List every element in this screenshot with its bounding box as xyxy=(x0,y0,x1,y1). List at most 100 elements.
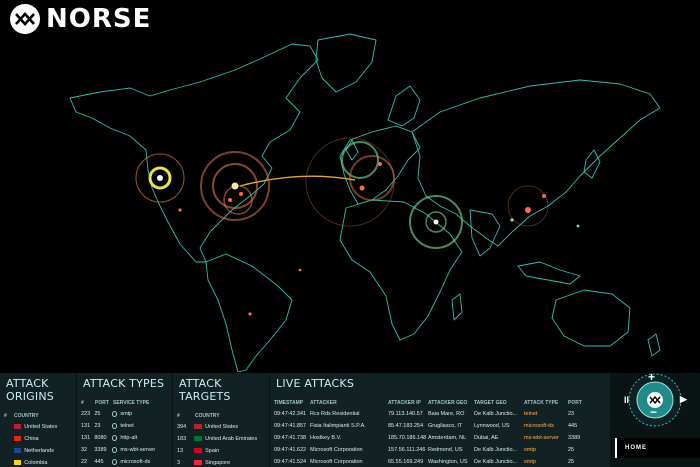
play-icon[interactable]: ▶ xyxy=(680,394,687,405)
ip-cell: 185.70.186.148 xyxy=(388,434,427,441)
attack-dot xyxy=(510,218,514,222)
ageo-cell: Amsterdam, NL xyxy=(428,434,467,441)
attacker-cell: Microsoft Corporation xyxy=(310,458,363,465)
country-cell: China xyxy=(24,435,39,442)
attack-dot xyxy=(298,268,302,272)
flag-cn-icon xyxy=(13,436,22,441)
zoom-in-button[interactable]: + xyxy=(648,370,655,384)
table-row: 22 445 microsoft-ds xyxy=(77,454,172,466)
ip-cell: 65.55.169.249 xyxy=(388,458,424,465)
type-cell: smtp xyxy=(524,446,536,453)
service-ring-icon xyxy=(111,410,118,417)
port-cell: 445 xyxy=(94,458,104,465)
ts-cell: 09:47:41.738 xyxy=(274,434,307,441)
attack-dot xyxy=(542,194,546,198)
port-cell: 25 xyxy=(568,446,575,453)
service-cell: telnet xyxy=(120,422,134,429)
port-cell: 445 xyxy=(568,422,578,429)
live-attacks-panel: LIVE ATTACKS TIMESTAMP ATTACKER ATTACKER I… xyxy=(270,373,611,467)
brand-logo[interactable]: NORSE xyxy=(10,4,151,34)
world-map[interactable] xyxy=(0,0,700,372)
flag-us-icon xyxy=(13,424,22,429)
port-cell: 23 xyxy=(94,422,101,429)
table-row: 223 25 smtp xyxy=(77,406,172,418)
col-header: SERVICE TYPE xyxy=(113,400,150,406)
count-cell: 13 xyxy=(177,447,184,454)
table-row: 183 United Arab Emirates xyxy=(173,431,269,443)
brand-name: NORSE xyxy=(46,4,152,34)
port-cell: 25 xyxy=(568,458,575,465)
port-cell: 8080 xyxy=(94,434,107,441)
pause-button[interactable]: II xyxy=(624,395,629,405)
service-cell: http-alt xyxy=(120,434,138,441)
flag-nl-icon xyxy=(13,448,22,453)
service-ring-icon xyxy=(111,446,118,453)
country-cell: United Arab Emirates xyxy=(205,435,258,442)
indonesia xyxy=(517,261,581,285)
service-ring-icon xyxy=(111,458,118,465)
country-cell: Spain xyxy=(205,447,220,454)
col-header: ATTACK TYPE xyxy=(524,400,559,406)
north-america xyxy=(69,43,319,263)
table-row: 13 Spain xyxy=(173,443,269,455)
count-cell: 3 xyxy=(177,459,181,466)
attack-origins-panel: ATTACK ORIGINS # COUNTRY United States Ch… xyxy=(0,373,77,467)
table-row: Netherlands xyxy=(0,443,76,455)
table-row: United States xyxy=(0,419,76,431)
asia xyxy=(411,79,661,247)
table-row: 32 3389 ms-wbt-server xyxy=(77,442,172,454)
ip-cell: 157.56.111.246 xyxy=(388,446,426,453)
col-header: COUNTRY xyxy=(14,413,39,419)
col-header: # xyxy=(81,400,84,406)
table-row: 09:47:41.857 Fisia Italimpianti S.P.A. 85.… xyxy=(270,418,610,430)
type-cell: telnet xyxy=(524,410,538,417)
col-header: PORT xyxy=(95,400,109,406)
ts-cell: 09:47:42.341 xyxy=(274,410,307,417)
col-header: PORT xyxy=(568,400,582,406)
panel-title: ATTACK TYPES xyxy=(83,377,165,390)
col-header: TARGET GEO xyxy=(474,400,507,406)
ip-cell: 79.113.140.57 xyxy=(388,410,423,417)
ageo-cell: Redmond, US xyxy=(428,446,463,453)
port-cell: 25 xyxy=(94,410,101,417)
home-button[interactable]: HOME xyxy=(615,438,700,458)
count-cell: 32 xyxy=(81,446,88,453)
table-row: 3 Singapore xyxy=(173,455,269,467)
port-cell: 3389 xyxy=(94,446,107,453)
attacker-cell: Rcs Rds Residential xyxy=(310,410,360,417)
madagascar xyxy=(451,293,463,321)
india xyxy=(469,209,501,257)
new-zealand xyxy=(647,333,661,357)
attack-targets-panel: ATTACK TARGETS # COUNTRY 394 United State… xyxy=(173,373,270,467)
panel-title: LIVE ATTACKS xyxy=(276,377,355,390)
ts-cell: 09:47:41.622 xyxy=(274,446,307,453)
col-header: ATTACKER GEO xyxy=(428,400,468,406)
ts-cell: 09:47:41.857 xyxy=(274,422,307,429)
attacker-cell: Hostkey B.V. xyxy=(310,434,342,441)
flag-sg-icon xyxy=(194,460,203,465)
country-cell: Colombia xyxy=(24,459,48,466)
col-header: # xyxy=(177,413,180,419)
col-header: # xyxy=(4,413,7,419)
panel-title: ATTACK TARGETS xyxy=(179,377,231,403)
tgeo-cell: Lynnwood, US xyxy=(474,422,510,429)
count-cell: 394 xyxy=(177,423,187,430)
count-cell: 131 xyxy=(81,422,91,429)
ip-cell: 85.47.183.254 xyxy=(388,422,424,429)
tgeo-cell: De Kalb Junctio... xyxy=(474,446,518,453)
table-row: China xyxy=(0,431,76,443)
type-cell: ms-wbt-server xyxy=(524,434,559,441)
ageo-cell: Grugliasco, IT xyxy=(428,422,463,429)
ageo-cell: Washington, US xyxy=(428,458,468,465)
table-row: 394 United States xyxy=(173,419,269,431)
attack-dot xyxy=(178,208,182,212)
col-header: ATTACKER IP xyxy=(388,400,421,406)
attack-dot xyxy=(576,224,580,228)
attack-types-panel: ATTACK TYPES # PORT SERVICE TYPE 223 25 sm… xyxy=(77,373,173,467)
service-cell: microsoft-ds xyxy=(120,458,151,465)
tgeo-cell: De Kalb Junctio... xyxy=(474,410,518,417)
tgeo-cell: Dubai, AE xyxy=(474,434,499,441)
type-cell: smtp xyxy=(524,458,536,465)
col-header: ATTACKER xyxy=(310,400,337,406)
zoom-out-button[interactable]: − xyxy=(650,405,657,419)
